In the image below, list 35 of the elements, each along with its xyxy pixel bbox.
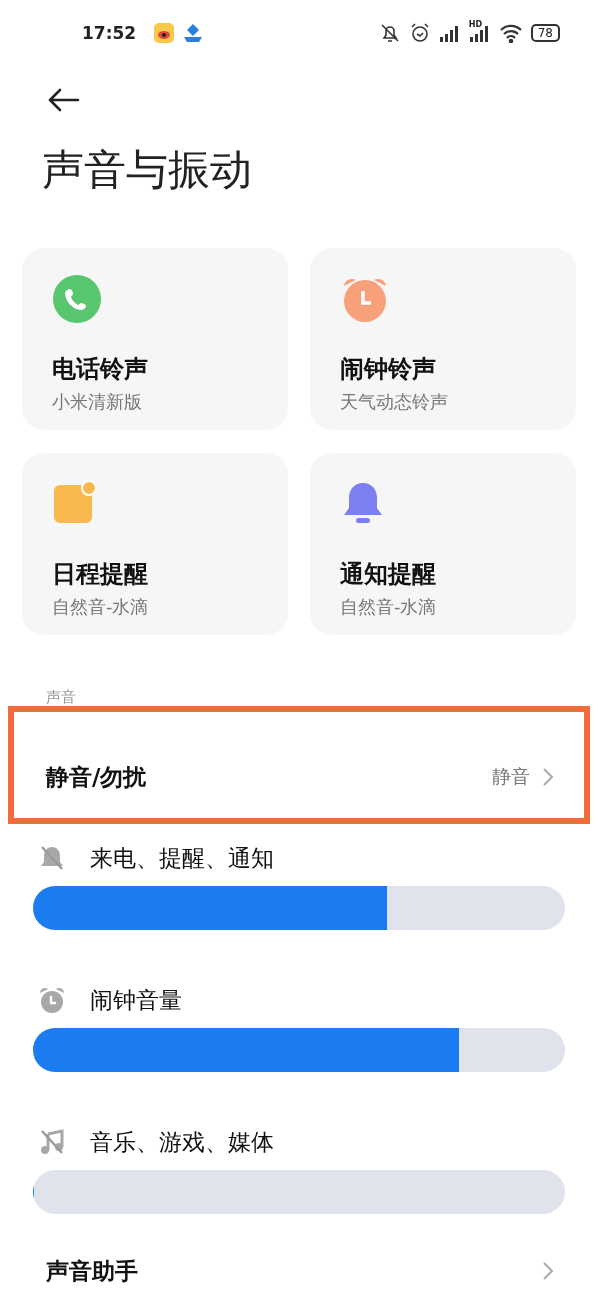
ringtone-card[interactable]: 闹钟铃声 天气动态铃声	[310, 248, 576, 430]
volume-slider[interactable]	[33, 1170, 565, 1214]
chevron-right-icon	[542, 767, 554, 787]
card-title: 通知提醒	[340, 559, 437, 589]
ringtone-card[interactable]: 日程提醒 自然音-水滴	[22, 453, 288, 635]
volume-slider[interactable]	[33, 1028, 565, 1072]
volume-label: 音乐、游戏、媒体	[90, 1127, 274, 1157]
ringtone-card[interactable]: 电话铃声 小米清新版	[22, 248, 288, 430]
card-subtitle: 自然音-水滴	[340, 595, 438, 619]
wifi-icon	[498, 23, 523, 43]
card-title: 日程提醒	[52, 559, 149, 589]
chevron-right-icon	[542, 1261, 554, 1281]
mute-icon	[378, 22, 401, 44]
row-label: 静音/勿扰	[46, 762, 148, 792]
ringtone-card[interactable]: 通知提醒 自然音-水滴	[310, 453, 576, 635]
app-icon	[182, 23, 205, 43]
card-title: 电话铃声	[52, 354, 149, 384]
row-value: 静音	[492, 764, 530, 789]
battery-indicator: 78	[530, 24, 560, 42]
volume-label: 来电、提醒、通知	[90, 843, 274, 873]
page-title: 声音与振动	[41, 144, 253, 196]
card-subtitle: 天气动态铃声	[340, 390, 449, 414]
card-subtitle: 自然音-水滴	[52, 595, 150, 619]
row-label: 声音助手	[46, 1256, 139, 1286]
settings-row[interactable]: 静音/勿扰 静音	[8, 706, 590, 824]
section-label: 声音	[46, 688, 77, 706]
volume-slider[interactable]	[33, 886, 565, 930]
network-type-label: HD	[468, 20, 483, 29]
phone-icon	[52, 274, 102, 324]
volume-label: 闹钟音量	[90, 985, 182, 1015]
clock-time: 17:52	[82, 23, 137, 43]
card-subtitle: 小米清新版	[52, 390, 143, 414]
calendar-note-icon	[52, 479, 98, 525]
card-title: 闹钟铃声	[340, 354, 437, 384]
signal-icon	[438, 24, 461, 42]
